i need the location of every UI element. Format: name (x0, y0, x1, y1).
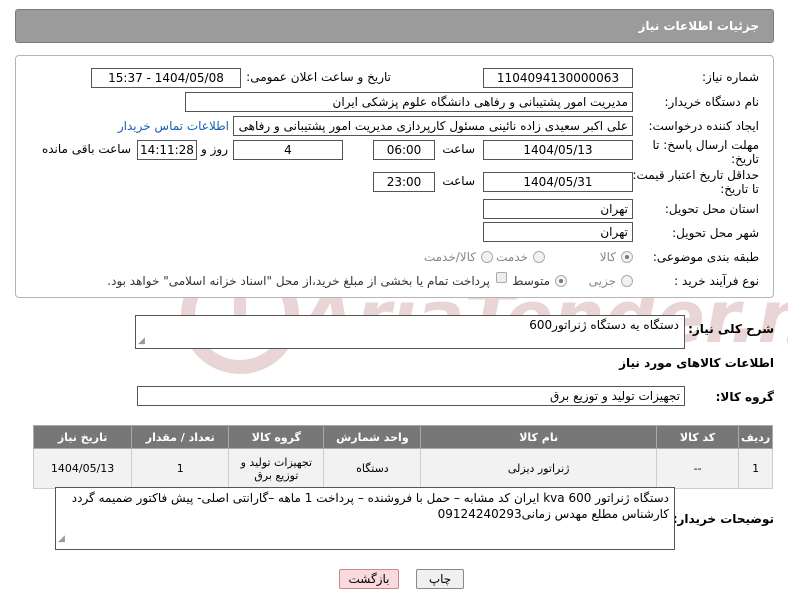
cell-code: -- (655, 448, 740, 489)
deadline-label: مهلت ارسال پاسخ: تا (652, 138, 759, 152)
goods-group-field: تجهیزات تولید و توزیع برق (137, 386, 685, 406)
goods-table: ردیف کد کالا نام کالا واحد شمارش گروه کا… (32, 425, 773, 489)
process-label: نوع فرآیند خرید : (674, 274, 759, 288)
info-panel: شماره نیاز: 1104094130000063 تاریخ و ساع… (15, 55, 774, 298)
resize-handle-icon[interactable]: ◢ (58, 531, 65, 547)
buyer-org-field: مدیریت امور پشتیبانی و رفاهی دانشگاه علو… (185, 92, 633, 112)
buyer-notes-textarea[interactable]: دستگاه ژنراتور kva 600 ایران کد مشابه – … (55, 487, 675, 550)
col-unit: واحد شمارش (323, 425, 422, 449)
cell-qty: 1 (131, 448, 230, 489)
goods-table-header: ردیف کد کالا نام کالا واحد شمارش گروه کا… (32, 425, 773, 449)
category-option-service: خدمت (496, 250, 528, 264)
buyer-notes-text: دستگاه ژنراتور kva 600 ایران کد مشابه – … (71, 491, 669, 521)
creator-label: ایجاد کننده درخواست: (648, 119, 759, 133)
buyer-contact-link[interactable]: اطلاعات تماس خریدار (118, 119, 229, 133)
print-button[interactable]: چاپ (416, 569, 464, 589)
announce-field: 1404/05/08 - 15:37 (91, 68, 241, 88)
days-remaining-field: 4 (233, 140, 343, 160)
deadline-time-field: 06:00 (373, 140, 435, 160)
city-field: تهران (483, 222, 633, 242)
col-date: تاریخ نیاز (32, 425, 133, 449)
payment-note: پرداخت تمام یا بخشی از مبلغ خرید،از محل … (107, 274, 490, 288)
col-qty: تعداد / مقدار (131, 425, 230, 449)
treasury-checkbox[interactable] (496, 272, 507, 283)
category-radio-goods[interactable] (621, 251, 633, 263)
category-option-goods-service: کالا/خدمت (423, 250, 476, 264)
description-label: شرح کلی نیاز: (688, 322, 774, 336)
remaining-time-field: 14:11:28 (137, 140, 197, 160)
title-bar: جزئیات اطلاعات نیاز (15, 9, 774, 43)
announce-label: تاریخ و ساعت اعلان عمومی: (246, 70, 391, 84)
resize-handle-icon[interactable]: ◢ (138, 336, 145, 346)
col-group: گروه کالا (228, 425, 325, 449)
goods-group-label: گروه کالا: (715, 390, 774, 404)
process-option-medium: متوسط (512, 274, 550, 288)
validity-label: حداقل تاریخ اعتبار قیمت: (632, 168, 759, 182)
category-label: طبقه بندی موضوعی: (652, 250, 759, 264)
back-button[interactable]: بازگشت (339, 569, 399, 589)
validity-time-field: 23:00 (373, 172, 435, 192)
process-radio-minor[interactable] (621, 275, 633, 287)
remaining-label: ساعت باقی مانده (41, 142, 131, 156)
deadline-date-field: 1404/05/13 (483, 140, 633, 160)
validity-label-2: تا تاریخ: (720, 182, 759, 196)
need-number-field: 1104094130000063 (483, 68, 633, 88)
description-textarea[interactable]: دستگاه یه دستگاه ژنراتور600 ◢ (135, 315, 685, 349)
need-number-label: شماره نیاز: (702, 70, 759, 84)
description-text: دستگاه یه دستگاه ژنراتور600 (529, 318, 679, 332)
category-option-goods: کالا (599, 250, 616, 264)
days-label: روز و (201, 142, 228, 156)
col-name: نام کالا (420, 425, 657, 449)
goods-section-title: اطلاعات کالاهای مورد نیاز (619, 356, 774, 370)
city-label: شهر محل تحویل: (672, 226, 759, 240)
buyer-notes-label: توضیحات خریدار: (672, 512, 774, 526)
page-title: جزئیات اطلاعات نیاز (638, 19, 759, 33)
process-radio-medium[interactable] (555, 275, 567, 287)
validity-date-field: 1404/05/31 (483, 172, 633, 192)
cell-group: تجهیزات تولید و توزیع برق (228, 448, 325, 489)
creator-field: علی اکبر سعیدی زاده نائینی مسئول کارپردا… (233, 116, 633, 136)
deadline-time-label: ساعت (442, 142, 475, 156)
table-row: 1 -- ژنراتور دیزلی دستگاه تجهیزات تولید … (32, 448, 773, 489)
cell-unit: دستگاه (323, 448, 422, 489)
process-option-minor: جزیی (588, 274, 616, 288)
col-code: کد کالا (655, 425, 740, 449)
cell-name: ژنراتور دیزلی (420, 448, 657, 489)
cell-row: 1 (738, 448, 773, 489)
buyer-org-label: نام دستگاه خریدار: (664, 95, 760, 109)
col-row: ردیف (738, 425, 773, 449)
deadline-label-2: تاریخ: (731, 152, 759, 166)
province-label: استان محل تحویل: (664, 202, 759, 216)
province-field: تهران (483, 199, 633, 219)
cell-date: 1404/05/13 (32, 448, 133, 489)
validity-time-label: ساعت (442, 174, 475, 188)
category-radio-goods-service[interactable] (481, 251, 493, 263)
category-radio-service[interactable] (533, 251, 545, 263)
